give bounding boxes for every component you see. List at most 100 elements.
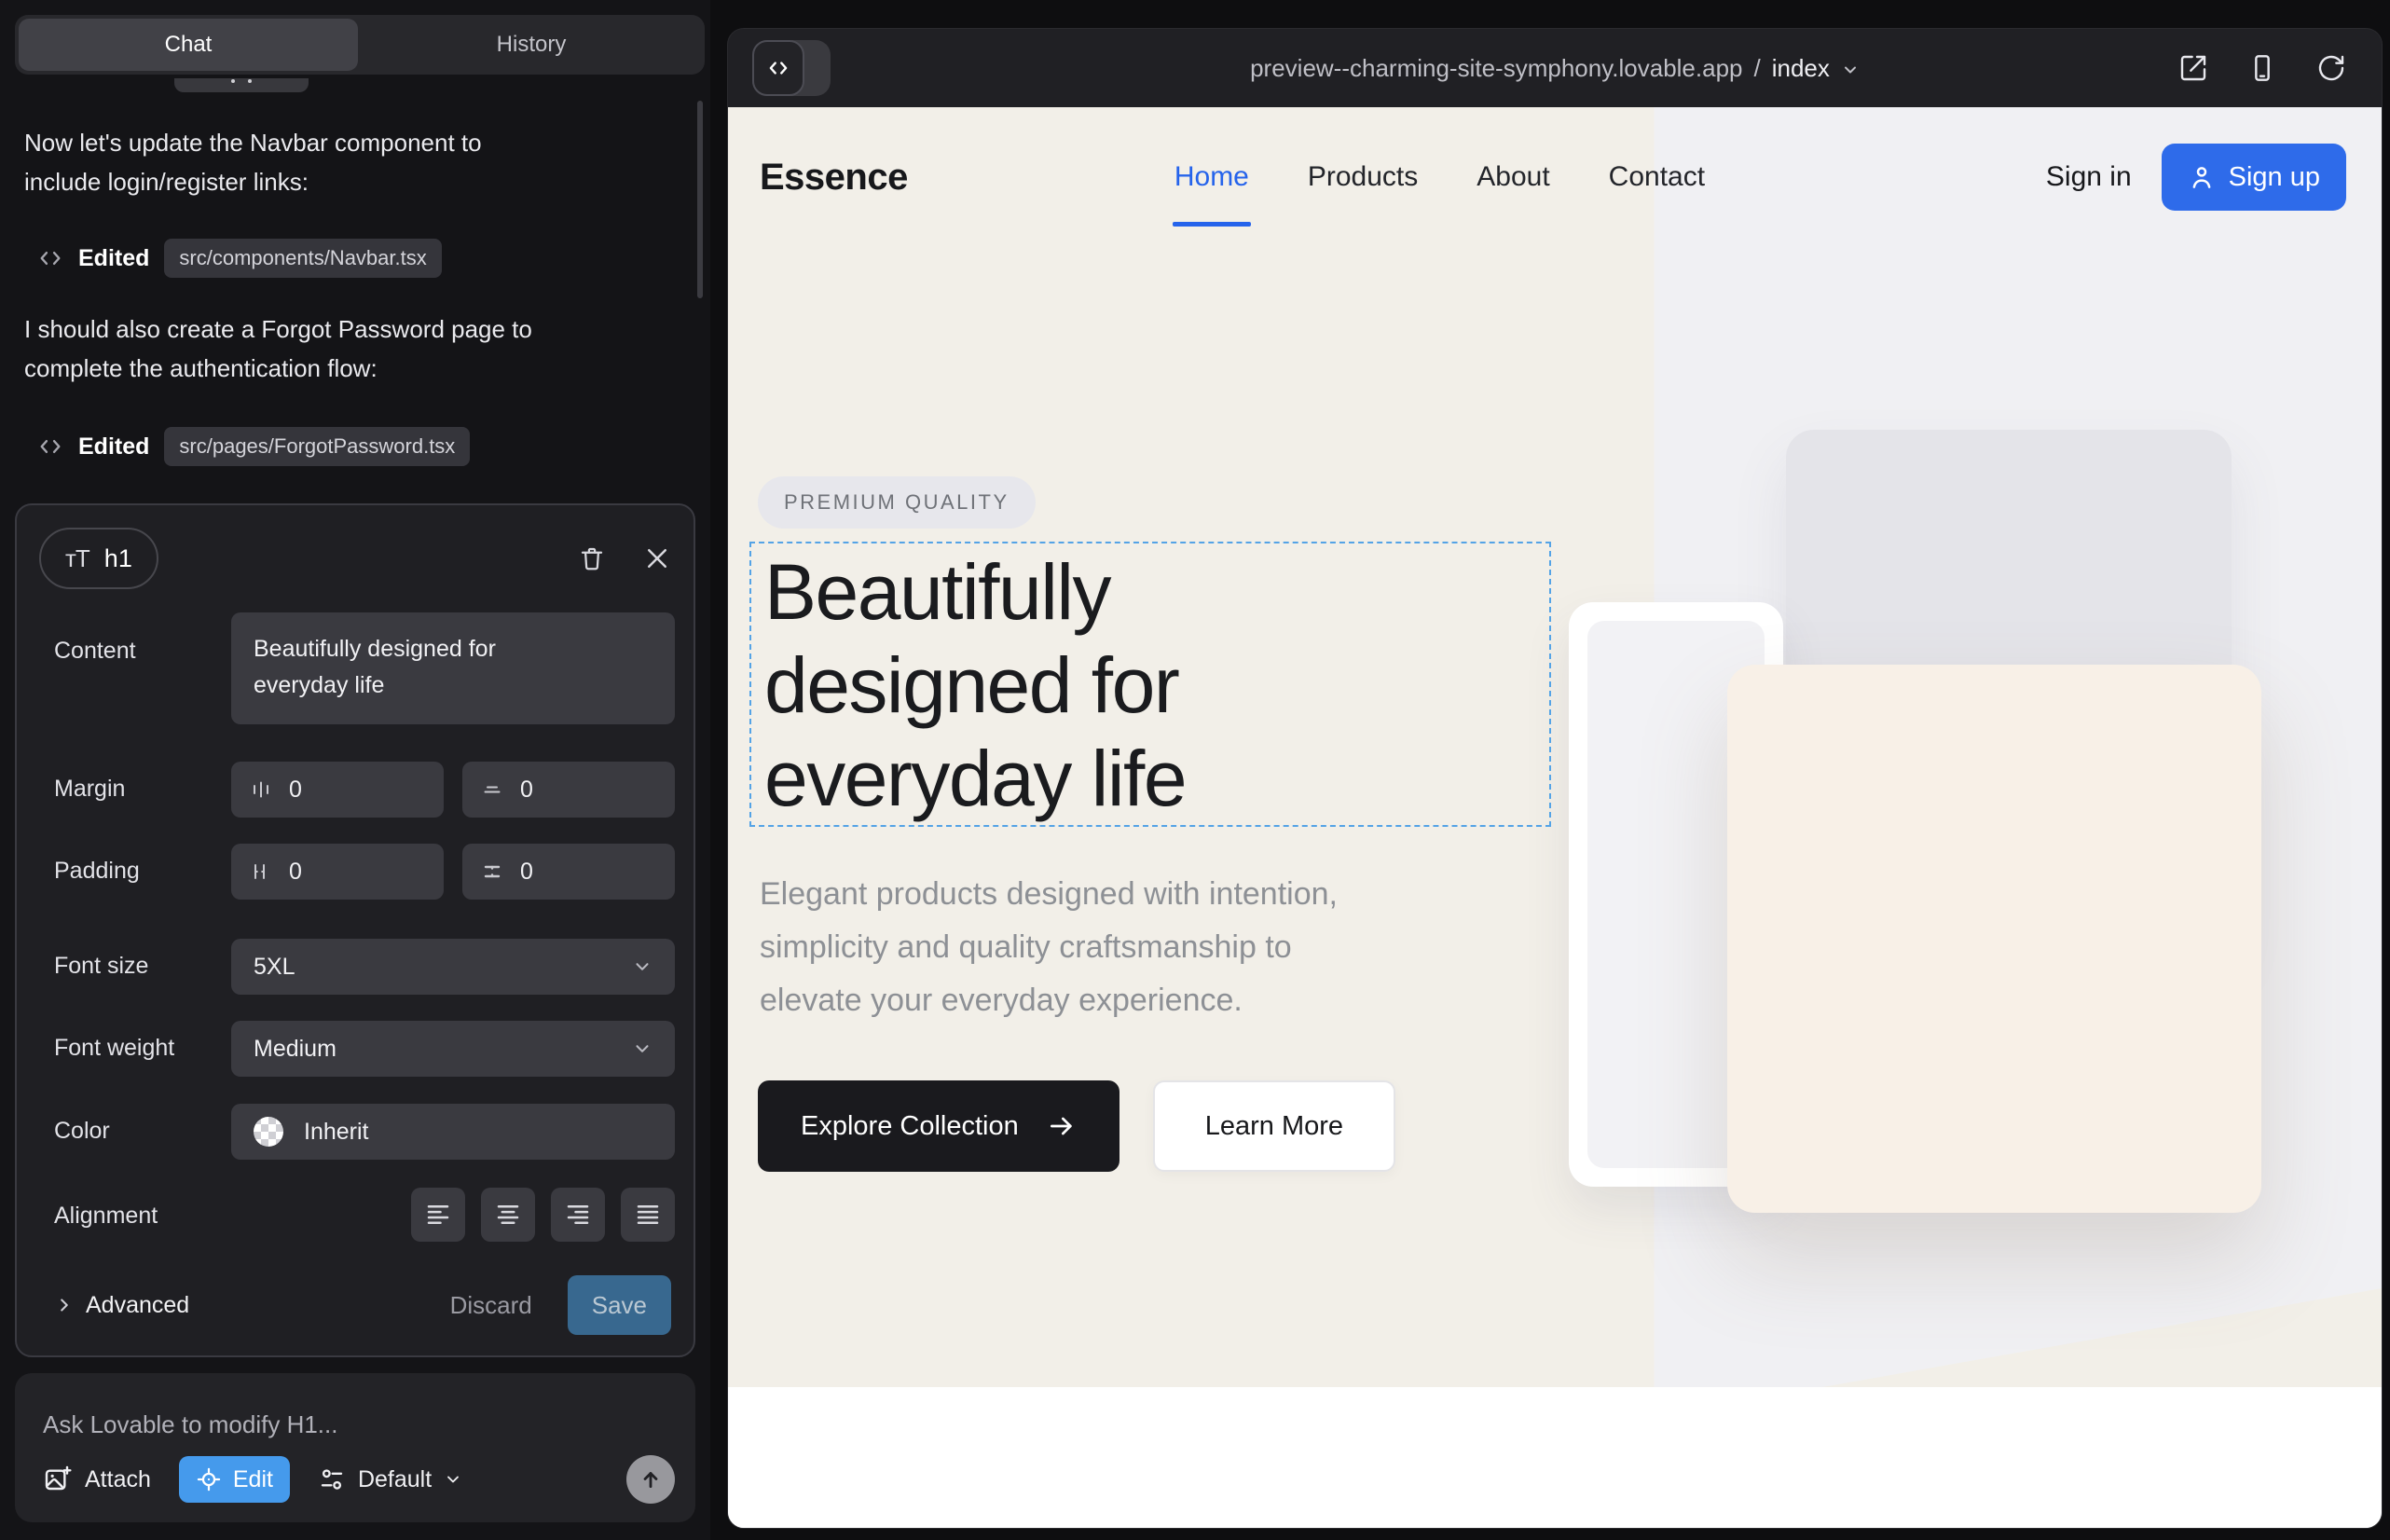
padding-y-input[interactable]: 0: [462, 844, 675, 900]
tab-chat[interactable]: Chat: [19, 19, 358, 71]
chat-history-tabs: Chat History: [15, 15, 705, 75]
site-logo: Essence: [760, 157, 908, 199]
font-size-label: Font size: [54, 953, 148, 980]
mode-selector[interactable]: Default: [318, 1465, 462, 1493]
decorative-card-beige: [1727, 665, 2261, 1213]
align-center-button[interactable]: [481, 1188, 535, 1242]
close-icon[interactable]: [643, 544, 671, 572]
open-external-icon[interactable]: [2178, 53, 2208, 83]
color-swatch-transparent: [254, 1117, 283, 1147]
typography-icon: тT: [65, 544, 89, 573]
edited-file-row: Edited src/pages/ForgotPassword.tsx: [37, 427, 470, 466]
edit-mode-button[interactable]: Edit: [179, 1456, 290, 1503]
advanced-toggle[interactable]: Advanced: [54, 1292, 189, 1319]
assistant-message: Now let's update the Navbar component to…: [24, 123, 482, 201]
element-editor-panel: тT h1 Content Beautifully designed for e…: [15, 503, 695, 1357]
align-left-button[interactable]: [411, 1188, 465, 1242]
code-icon: [37, 433, 63, 460]
truncated-chip[interactable]: [174, 78, 309, 92]
nav-links: Home Products About Contact: [1174, 161, 1705, 193]
padding-vertical-icon: [481, 860, 503, 883]
nav-link-about[interactable]: About: [1477, 161, 1549, 193]
arrow-right-icon: [1047, 1111, 1077, 1141]
code-icon: [752, 40, 804, 96]
url-page: index: [1772, 54, 1830, 83]
target-icon: [196, 1466, 222, 1492]
nav-link-contact[interactable]: Contact: [1609, 161, 1705, 193]
nav-link-products[interactable]: Products: [1308, 161, 1418, 193]
color-picker[interactable]: Inherit: [231, 1104, 675, 1160]
padding-x-input[interactable]: 0: [231, 844, 444, 900]
color-label: Color: [54, 1118, 110, 1145]
content-textarea[interactable]: Beautifully designed for everyday life: [231, 612, 675, 724]
chat-composer: Ask Lovable to modify H1... Attach Edit …: [15, 1373, 695, 1522]
chevron-down-icon: [632, 956, 652, 977]
file-chip-forgot-password[interactable]: src/pages/ForgotPassword.tsx: [164, 427, 470, 466]
margin-vertical-icon: [481, 778, 503, 801]
save-button[interactable]: Save: [568, 1275, 671, 1335]
padding-label: Padding: [54, 858, 140, 885]
user-icon: [2188, 163, 2216, 191]
send-button[interactable]: [626, 1455, 675, 1504]
attach-button[interactable]: Attach: [43, 1464, 151, 1494]
decorative-wedge: [1822, 1288, 2382, 1387]
font-size-select[interactable]: 5XL: [231, 939, 675, 995]
chat-sidebar: Chat History Now let's update the Navbar…: [0, 0, 710, 1540]
chevron-right-icon: [54, 1295, 75, 1315]
selected-element-chip: тT h1: [39, 528, 158, 589]
hero-cta-row: Explore Collection Learn More: [758, 1080, 1395, 1172]
sign-in-link[interactable]: Sign in: [2046, 161, 2132, 193]
edited-label: Edited: [78, 433, 149, 461]
edited-label: Edited: [78, 245, 149, 272]
margin-label: Margin: [54, 776, 125, 803]
alignment-buttons: [411, 1188, 675, 1242]
margin-y-input[interactable]: 0: [462, 762, 675, 818]
sign-up-button[interactable]: Sign up: [2162, 144, 2346, 211]
learn-more-button[interactable]: Learn More: [1153, 1080, 1395, 1172]
browser-toolbar: preview--charming-site-symphony.lovable.…: [728, 29, 2382, 107]
sliders-icon: [318, 1465, 346, 1493]
hero-heading: Beautifully designed for everyday life: [751, 543, 1450, 825]
element-tag-label: h1: [104, 544, 132, 573]
font-weight-label: Font weight: [54, 1035, 174, 1062]
align-right-button[interactable]: [551, 1188, 605, 1242]
code-icon: [37, 245, 63, 271]
mobile-view-icon[interactable]: [2247, 53, 2277, 83]
trash-icon[interactable]: [578, 544, 606, 572]
site-navbar: Essence Home Products About Contact Sign…: [728, 107, 2382, 247]
tab-history[interactable]: History: [362, 19, 701, 71]
explore-collection-button[interactable]: Explore Collection: [758, 1080, 1119, 1172]
site-viewport: Essence Home Products About Contact Sign…: [728, 107, 2382, 1528]
align-justify-button[interactable]: [621, 1188, 675, 1242]
chevron-down-icon: [1841, 61, 1860, 79]
margin-x-input[interactable]: 0: [231, 762, 444, 818]
content-label: Content: [54, 638, 136, 665]
discard-button[interactable]: Discard: [450, 1291, 532, 1320]
alignment-label: Alignment: [54, 1203, 158, 1230]
code-preview-toggle[interactable]: [752, 40, 831, 96]
padding-horizontal-icon: [250, 860, 272, 883]
assistant-message: I should also create a Forgot Password p…: [24, 309, 532, 388]
selected-h1-element[interactable]: Beautifully designed for everyday life: [749, 542, 1551, 827]
url-separator: /: [1754, 54, 1761, 83]
font-weight-select[interactable]: Medium: [231, 1021, 675, 1077]
chevron-down-icon: [632, 1038, 652, 1059]
url-breadcrumb[interactable]: preview--charming-site-symphony.lovable.…: [1250, 54, 1860, 83]
nav-link-home[interactable]: Home: [1174, 161, 1249, 193]
hero-paragraph: Elegant products designed with intention…: [760, 868, 1338, 1027]
edited-file-row: Edited src/components/Navbar.tsx: [37, 239, 442, 278]
hero-section: Essence Home Products About Contact Sign…: [728, 107, 2382, 1387]
attach-image-icon: [43, 1464, 73, 1494]
margin-horizontal-icon: [250, 778, 272, 801]
next-section: [728, 1387, 2382, 1528]
chat-scrollbar[interactable]: [697, 101, 703, 298]
arrow-up-icon: [639, 1467, 663, 1492]
refresh-icon[interactable]: [2316, 53, 2346, 83]
chevron-down-icon: [444, 1470, 462, 1489]
premium-quality-badge: PREMIUM QUALITY: [758, 476, 1036, 529]
url-domain: preview--charming-site-symphony.lovable.…: [1250, 54, 1742, 83]
file-chip-navbar[interactable]: src/components/Navbar.tsx: [164, 239, 441, 278]
preview-window: preview--charming-site-symphony.lovable.…: [727, 28, 2383, 1529]
editor-header: тT h1: [39, 528, 671, 589]
composer-input[interactable]: Ask Lovable to modify H1...: [43, 1410, 337, 1439]
